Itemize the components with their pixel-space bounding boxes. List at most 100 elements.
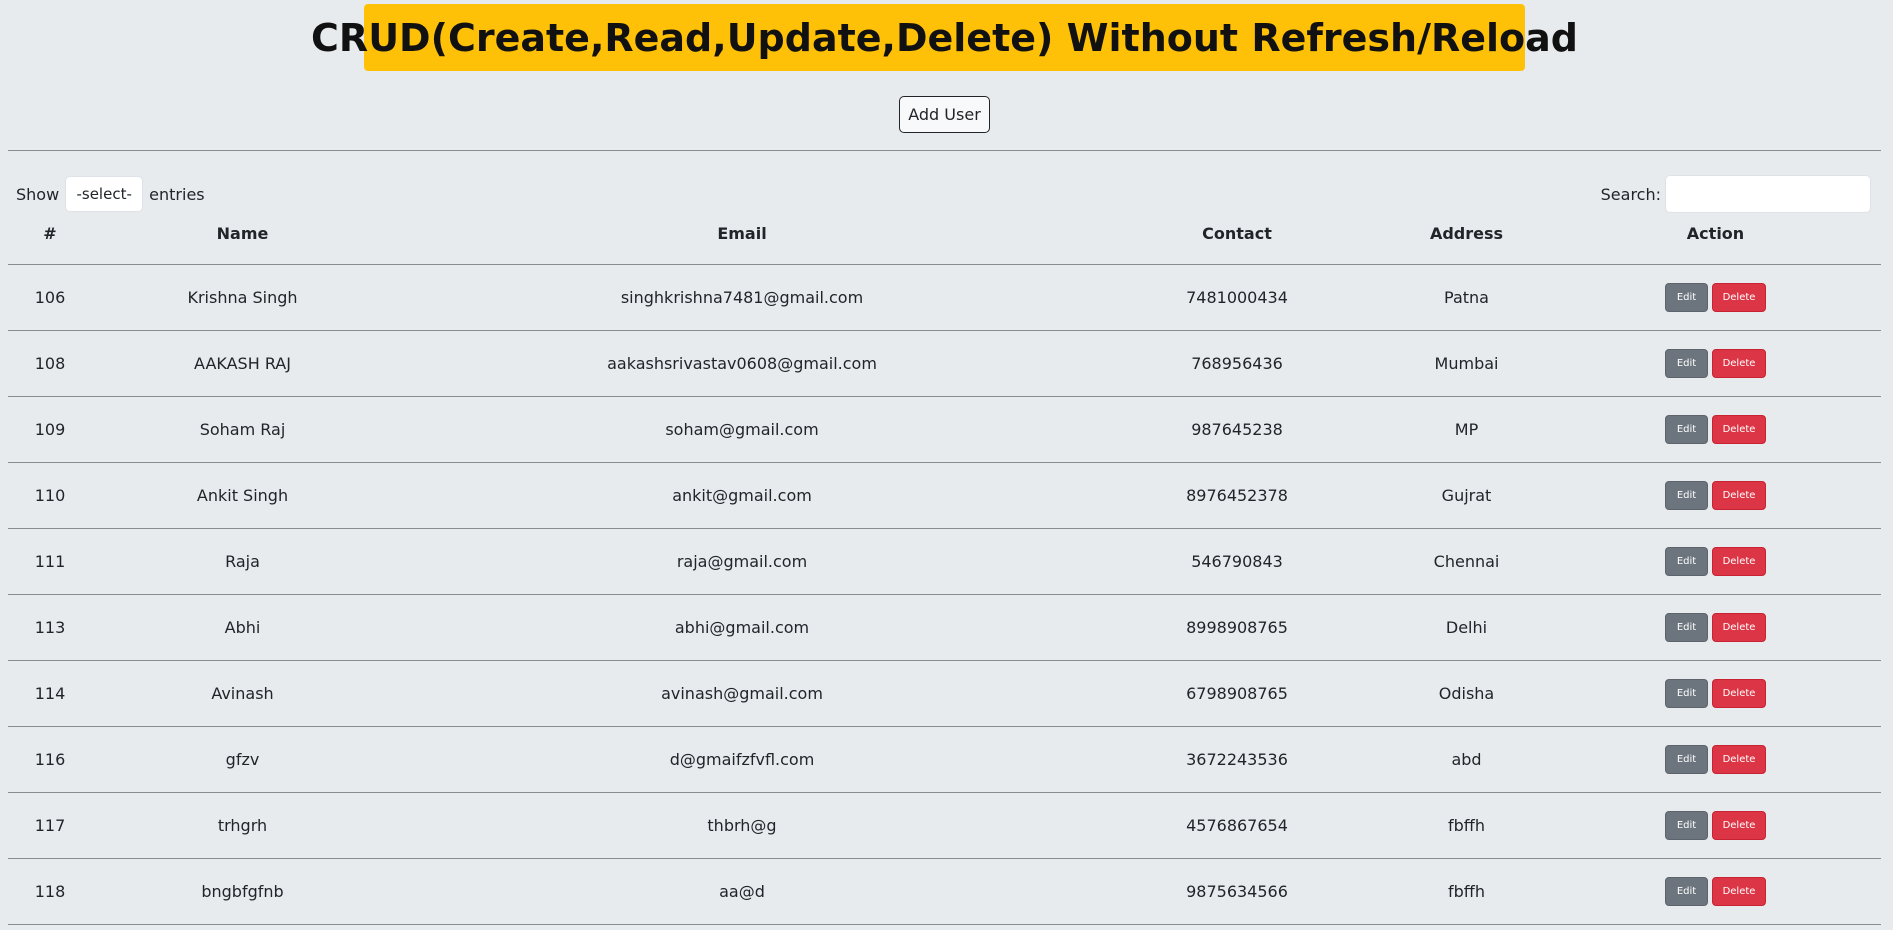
edit-button[interactable]: Edit xyxy=(1665,613,1708,642)
cell-address: fbffh xyxy=(1383,858,1550,925)
cell-action: Edit Delete xyxy=(1550,330,1881,397)
show-entries-control: Show -select- entries xyxy=(16,176,205,212)
delete-button[interactable]: Delete xyxy=(1712,679,1766,708)
edit-button[interactable]: Edit xyxy=(1665,877,1708,906)
cell-action: Edit Delete xyxy=(1550,792,1881,859)
cell-action: Edit Delete xyxy=(1550,396,1881,463)
table-header-row: # Name Email Contact Address Action xyxy=(8,212,1881,265)
column-header-name: Name xyxy=(92,212,393,265)
cell-name: AAKASH RAJ xyxy=(92,330,393,397)
add-user-button[interactable]: Add User xyxy=(899,96,990,133)
table-row: 114 Avinash avinash@gmail.com 6798908765… xyxy=(8,660,1881,727)
cell-name: Krishna Singh xyxy=(92,264,393,331)
cell-action: Edit Delete xyxy=(1550,726,1881,793)
cell-contact: 3672243536 xyxy=(1091,726,1383,793)
cell-email: aa@d xyxy=(393,858,1091,925)
cell-email: aakashsrivastav0608@gmail.com xyxy=(393,330,1091,397)
delete-button[interactable]: Delete xyxy=(1712,547,1766,576)
edit-button[interactable]: Edit xyxy=(1665,283,1708,312)
edit-button[interactable]: Edit xyxy=(1665,679,1708,708)
divider xyxy=(8,150,1881,151)
entries-label: entries xyxy=(149,184,205,204)
cell-address: Gujrat xyxy=(1383,462,1550,529)
cell-name: trhgrh xyxy=(92,792,393,859)
cell-address: Delhi xyxy=(1383,594,1550,661)
delete-button[interactable]: Delete xyxy=(1712,283,1766,312)
delete-button[interactable]: Delete xyxy=(1712,745,1766,774)
cell-id: 110 xyxy=(8,462,92,529)
cell-id: 114 xyxy=(8,660,92,727)
column-header-action: Action xyxy=(1550,212,1881,265)
cell-name: gfzv xyxy=(92,726,393,793)
cell-address: Odisha xyxy=(1383,660,1550,727)
page-title: CRUD(Create,Read,Update,Delete) Without … xyxy=(311,15,1578,60)
cell-action: Edit Delete xyxy=(1550,528,1881,595)
cell-action: Edit Delete xyxy=(1550,264,1881,331)
delete-button[interactable]: Delete xyxy=(1712,415,1766,444)
cell-email: thbrh@g xyxy=(393,792,1091,859)
edit-button[interactable]: Edit xyxy=(1665,745,1708,774)
table-row: 110 Ankit Singh ankit@gmail.com 89764523… xyxy=(8,462,1881,529)
cell-name: bngbfgfnb xyxy=(92,858,393,925)
table-row: 118 bngbfgfnb aa@d 9875634566 fbffh Edit… xyxy=(8,858,1881,925)
delete-button[interactable]: Delete xyxy=(1712,349,1766,378)
column-header-email: Email xyxy=(393,212,1091,265)
table-row: 111 Raja raja@gmail.com 546790843 Chenna… xyxy=(8,528,1881,595)
table-row: 106 Krishna Singh singhkrishna7481@gmail… xyxy=(8,264,1881,331)
users-table: # Name Email Contact Address Action 106 … xyxy=(8,212,1881,925)
delete-button[interactable]: Delete xyxy=(1712,613,1766,642)
delete-button[interactable]: Delete xyxy=(1712,811,1766,840)
cell-name: Abhi xyxy=(92,594,393,661)
cell-id: 116 xyxy=(8,726,92,793)
cell-email: singhkrishna7481@gmail.com xyxy=(393,264,1091,331)
cell-contact: 768956436 xyxy=(1091,330,1383,397)
edit-button[interactable]: Edit xyxy=(1665,811,1708,840)
cell-action: Edit Delete xyxy=(1550,660,1881,727)
cell-email: ankit@gmail.com xyxy=(393,462,1091,529)
cell-id: 118 xyxy=(8,858,92,925)
column-header-contact: Contact xyxy=(1091,212,1383,265)
delete-button[interactable]: Delete xyxy=(1712,877,1766,906)
cell-email: d@gmaifzfvfl.com xyxy=(393,726,1091,793)
cell-email: raja@gmail.com xyxy=(393,528,1091,595)
edit-button[interactable]: Edit xyxy=(1665,349,1708,378)
cell-action: Edit Delete xyxy=(1550,594,1881,661)
cell-email: avinash@gmail.com xyxy=(393,660,1091,727)
edit-button[interactable]: Edit xyxy=(1665,415,1708,444)
cell-id: 108 xyxy=(8,330,92,397)
edit-button[interactable]: Edit xyxy=(1665,481,1708,510)
cell-action: Edit Delete xyxy=(1550,858,1881,925)
table-row: 108 AAKASH RAJ aakashsrivastav0608@gmail… xyxy=(8,330,1881,397)
cell-id: 106 xyxy=(8,264,92,331)
cell-email: soham@gmail.com xyxy=(393,396,1091,463)
cell-contact: 4576867654 xyxy=(1091,792,1383,859)
cell-contact: 8976452378 xyxy=(1091,462,1383,529)
cell-address: abd xyxy=(1383,726,1550,793)
cell-action: Edit Delete xyxy=(1550,462,1881,529)
cell-name: Avinash xyxy=(92,660,393,727)
cell-address: Patna xyxy=(1383,264,1550,331)
cell-address: Chennai xyxy=(1383,528,1550,595)
cell-contact: 546790843 xyxy=(1091,528,1383,595)
table-row: 117 trhgrh thbrh@g 4576867654 fbffh Edit… xyxy=(8,792,1881,859)
cell-contact: 9875634566 xyxy=(1091,858,1383,925)
cell-address: MP xyxy=(1383,396,1550,463)
edit-button[interactable]: Edit xyxy=(1665,547,1708,576)
title-banner: CRUD(Create,Read,Update,Delete) Without … xyxy=(311,4,1578,71)
table-row: 113 Abhi abhi@gmail.com 8998908765 Delhi… xyxy=(8,594,1881,661)
cell-id: 117 xyxy=(8,792,92,859)
search-input[interactable] xyxy=(1665,175,1871,213)
show-label: Show xyxy=(16,184,60,204)
entries-select[interactable]: -select- xyxy=(65,176,144,212)
cell-contact: 987645238 xyxy=(1091,396,1383,463)
cell-name: Ankit Singh xyxy=(92,462,393,529)
column-header-address: Address xyxy=(1383,212,1550,265)
cell-id: 109 xyxy=(8,396,92,463)
table-row: 116 gfzv d@gmaifzfvfl.com 3672243536 abd… xyxy=(8,726,1881,793)
cell-address: fbffh xyxy=(1383,792,1550,859)
table-row: 109 Soham Raj soham@gmail.com 987645238 … xyxy=(8,396,1881,463)
cell-contact: 7481000434 xyxy=(1091,264,1383,331)
cell-contact: 8998908765 xyxy=(1091,594,1383,661)
search-control: Search: xyxy=(1601,175,1871,213)
delete-button[interactable]: Delete xyxy=(1712,481,1766,510)
